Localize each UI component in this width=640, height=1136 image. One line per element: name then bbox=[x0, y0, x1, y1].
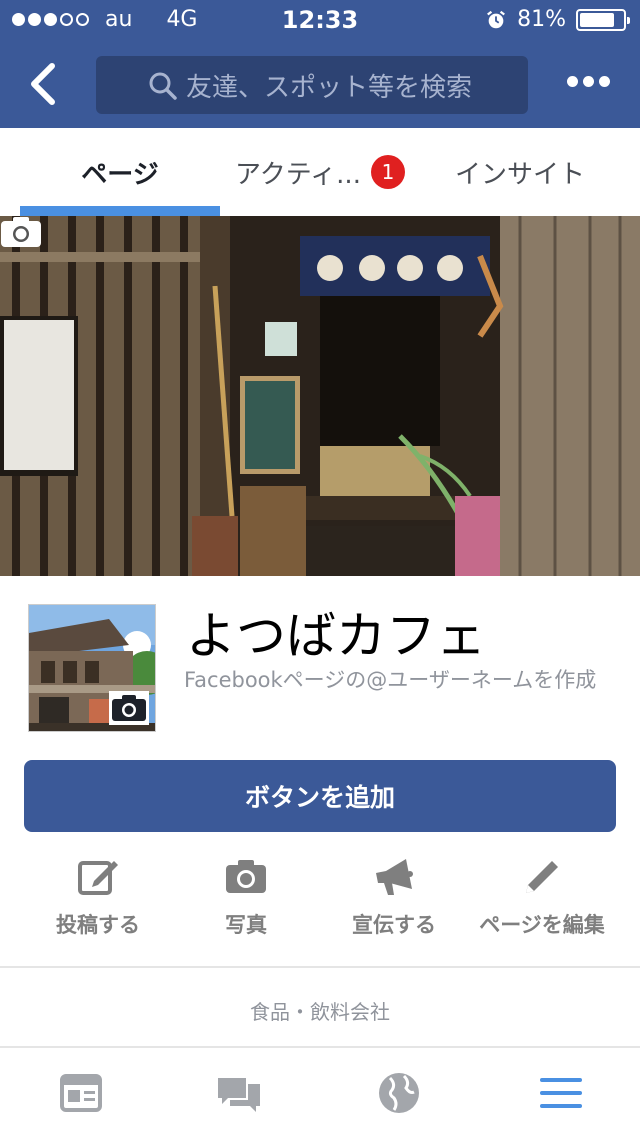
status-bar: au 4G 12:33 81% bbox=[0, 0, 640, 40]
globe-icon[interactable] bbox=[376, 1070, 422, 1116]
tab-activity-label: アクティ... bbox=[235, 159, 361, 190]
tab-page[interactable]: ページ bbox=[20, 128, 220, 216]
tab-insights-label: インサイト bbox=[454, 159, 585, 190]
tab-insights[interactable]: インサイト bbox=[420, 128, 620, 216]
more-options-icon[interactable] bbox=[567, 76, 610, 87]
page-tabs: ページ アクティ... 1 インサイト bbox=[0, 128, 640, 216]
notification-badge: 1 bbox=[370, 155, 405, 189]
pencil-icon bbox=[526, 861, 558, 893]
menu-icon[interactable] bbox=[538, 1070, 584, 1116]
top-bar: au 4G 12:33 81% 友達、スポット等を検索 bbox=[0, 0, 640, 128]
edit-page-action-label: ページを編集 bbox=[479, 913, 605, 937]
page-category: 食品・飲料会社 bbox=[250, 1000, 390, 1024]
tab-page-label: ページ bbox=[81, 159, 159, 190]
cover-photo-image bbox=[0, 216, 640, 576]
photo-action[interactable]: 写真 bbox=[166, 855, 326, 955]
battery-percent: 81% bbox=[517, 7, 566, 32]
edit-page-action[interactable]: ページを編集 bbox=[462, 855, 622, 955]
tab-activity[interactable]: アクティ... 1 bbox=[220, 128, 420, 216]
photo-action-label: 写真 bbox=[225, 913, 267, 937]
create-username-link[interactable]: Facebookページの@ユーザーネームを作成 bbox=[184, 666, 620, 694]
profile-picture[interactable] bbox=[28, 604, 156, 732]
post-action-label: 投稿する bbox=[56, 913, 140, 937]
camera-icon bbox=[226, 860, 266, 893]
screen: au 4G 12:33 81% 友達、スポット等を検索 ページ アクティ... … bbox=[0, 0, 640, 1136]
cover-photo[interactable] bbox=[0, 216, 640, 576]
active-tab-indicator bbox=[20, 206, 220, 216]
messages-icon[interactable] bbox=[216, 1070, 262, 1116]
profile-camera-icon[interactable] bbox=[109, 691, 149, 725]
search-placeholder: 友達、スポット等を検索 bbox=[186, 72, 473, 103]
compose-icon bbox=[78, 861, 118, 895]
bottom-tab-bar bbox=[0, 1048, 640, 1136]
search-input[interactable]: 友達、スポット等を検索 bbox=[96, 56, 528, 114]
page-title: よつばカフェ bbox=[186, 607, 486, 665]
promote-action[interactable]: 宣伝する bbox=[314, 855, 474, 955]
search-icon bbox=[149, 72, 177, 100]
back-arrow-icon[interactable] bbox=[22, 60, 66, 108]
alarm-clock-icon bbox=[487, 10, 506, 28]
section-divider bbox=[0, 966, 640, 968]
add-button-button[interactable]: ボタンを追加 bbox=[24, 760, 616, 832]
promote-action-label: 宣伝する bbox=[352, 913, 436, 937]
page-actions: 投稿する 写真 宣伝する ページを編集 bbox=[0, 855, 640, 955]
cover-camera-icon[interactable] bbox=[0, 216, 42, 248]
megaphone-icon bbox=[376, 859, 413, 895]
news-feed-icon[interactable] bbox=[58, 1070, 104, 1116]
battery-icon bbox=[576, 8, 630, 31]
post-action[interactable]: 投稿する bbox=[18, 855, 178, 955]
